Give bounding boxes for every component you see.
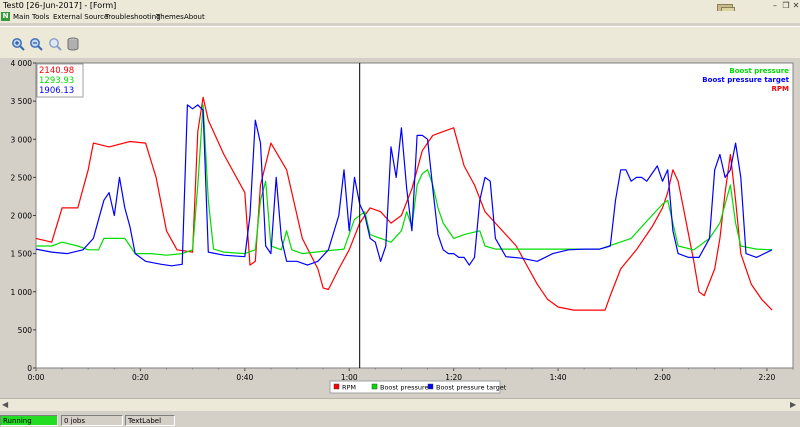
legend-top-boost-pressure: Boost pressure	[729, 67, 789, 75]
y-tick-label: 4 000	[11, 59, 33, 68]
readout-rpm: 2140.98	[39, 66, 74, 76]
y-tick-label: 2 000	[11, 212, 33, 221]
legend-bottom-boost-pressure-target: Boost pressure target	[436, 384, 507, 392]
scroll-left-icon[interactable]: ◀	[2, 399, 8, 411]
database-icon[interactable]	[66, 37, 80, 51]
x-tick-label: 1:40	[550, 373, 567, 382]
legend-bottom-rpm: RPM	[342, 384, 356, 392]
zoom-reset-icon[interactable]	[48, 37, 62, 51]
status-jobs: 0 jobs	[61, 415, 123, 426]
menu-external-source[interactable]: External Source	[53, 11, 108, 23]
plot-area	[35, 62, 794, 369]
menu-themes[interactable]: Themes	[156, 11, 184, 23]
legend-top-boost-pressure-target: Boost pressure target	[702, 76, 789, 84]
legend-swatch	[371, 383, 378, 390]
x-tick-label: 0:20	[132, 373, 149, 382]
x-tick-label: 2:20	[758, 373, 775, 382]
menu-troubleshooting[interactable]: Troubleshooting	[105, 11, 161, 23]
y-tick-label: 500	[18, 326, 33, 335]
y-tick-label: 3 500	[11, 97, 33, 106]
zoom-out-icon[interactable]	[29, 37, 43, 51]
legend-swatch	[333, 383, 340, 390]
y-tick-label: 1 000	[11, 288, 33, 297]
menu-tools[interactable]: Tools	[32, 11, 49, 23]
line-chart[interactable]: 0 500 1 000 1 500 2 000 2 500 3 000 3 500 4 000 0…	[0, 58, 800, 398]
menu-about[interactable]: About	[184, 11, 205, 23]
y-tick-label: 2 500	[11, 173, 33, 182]
readout-target: 1906.13	[39, 86, 74, 96]
chart-container: 0 500 1 000 1 500 2 000 2 500 3 000 3 500 4 000 0…	[0, 58, 800, 398]
y-tick-label: 0	[27, 364, 32, 373]
y-tick-label: 1 500	[11, 250, 33, 259]
legend-top-rpm: RPM	[772, 85, 790, 93]
x-tick-label: 2:00	[654, 373, 671, 382]
menu-bar: N Main Tools External Source Troubleshoo…	[0, 11, 800, 23]
close-icon[interactable]: ✕	[791, 1, 800, 10]
x-tick-label: 0:00	[28, 373, 45, 382]
y-tick-label: 3 000	[11, 135, 33, 144]
horizontal-scrollbar[interactable]: ◀ ▶	[0, 398, 800, 411]
restore-icon[interactable]: ❐	[781, 1, 791, 10]
menu-main[interactable]: Main	[13, 11, 30, 23]
window-title: Test0 [26-Jun-2017] - [Form]	[3, 1, 117, 10]
app-icon: N	[1, 12, 10, 21]
toolbar	[0, 26, 800, 60]
status-running: Running	[0, 415, 58, 426]
x-tick-label: 0:40	[236, 373, 253, 382]
status-bar: Running 0 jobs TextLabel	[0, 412, 800, 427]
scroll-right-icon[interactable]: ▶	[790, 399, 796, 411]
minimize-icon[interactable]: –	[770, 1, 780, 10]
status-text-label: TextLabel	[125, 415, 175, 426]
legend-bottom-boost-pressure: Boost pressure	[380, 384, 429, 392]
zoom-in-icon[interactable]	[11, 37, 25, 51]
legend-swatch	[427, 383, 434, 390]
readout-boost: 1293.93	[39, 76, 74, 86]
